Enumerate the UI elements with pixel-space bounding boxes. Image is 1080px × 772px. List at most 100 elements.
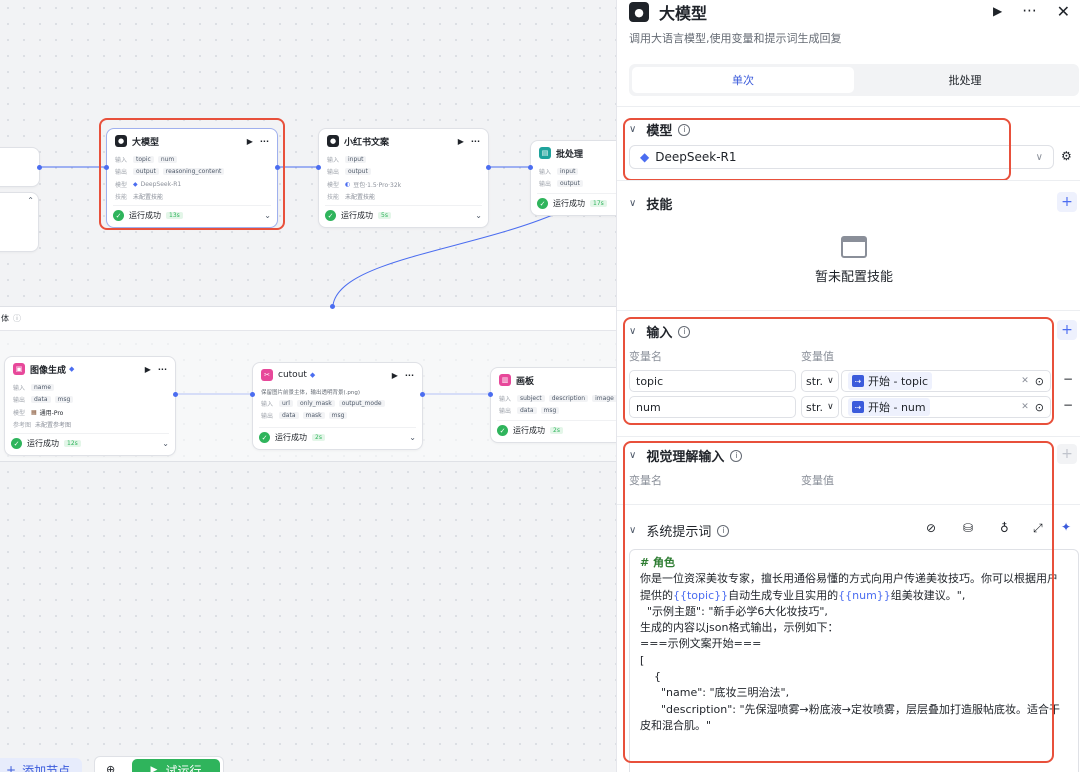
highlight-box	[623, 441, 1054, 763]
label: 输入	[539, 168, 552, 176]
node-cutout[interactable]: ✂ cutout ◆ ▶ ··· 保留图片前景主体，输出透明背景(.png) 输…	[252, 362, 423, 450]
tag: description	[548, 394, 589, 402]
batch-body-title: 体	[1, 314, 9, 323]
ai-sparkle-icon[interactable]: ✦	[1061, 520, 1071, 534]
play-icon: ▶	[150, 765, 158, 772]
divider	[617, 436, 1080, 437]
side-panel-partial[interactable]: ⌃	[0, 192, 39, 252]
divider	[617, 180, 1080, 181]
connector-port[interactable]	[37, 165, 42, 170]
node-description: 保留图片前景主体，输出透明背景(.png)	[261, 390, 361, 396]
close-icon[interactable]: ✕	[1057, 2, 1070, 21]
status-text: 运行成功	[553, 199, 585, 208]
node-xiaohongshu[interactable]: ● 小红书文案 ▶ ··· 输入 input 输出 output 模型 ◐ 豆包·1.5…	[318, 128, 489, 228]
test-run-button[interactable]: ▶ 试运行	[132, 759, 220, 772]
tag: input	[345, 155, 367, 163]
mode-tabs: 单次 批处理	[629, 64, 1079, 96]
start-node-partial[interactable]	[0, 147, 40, 187]
label: 技能	[327, 194, 340, 202]
duration-badge: 5s	[378, 212, 391, 219]
connector-port[interactable]	[486, 165, 491, 170]
info-icon: ⓘ	[13, 314, 21, 323]
add-skill-button[interactable]: +	[1057, 192, 1077, 212]
doubao-icon: ◐	[345, 180, 351, 188]
llm-icon: ●	[629, 2, 649, 22]
highlight-box	[623, 118, 1011, 181]
chevron-up-icon[interactable]: ⌃	[27, 196, 34, 205]
node-title: 画板	[516, 376, 535, 387]
cutout-icon: ✂	[261, 369, 273, 381]
node-title: 图像生成	[30, 365, 67, 376]
chevron-down-icon[interactable]: ⌄	[162, 439, 169, 448]
node-title: 批处理	[556, 149, 584, 160]
label: 模型	[13, 409, 26, 417]
run-icon[interactable]: ▶	[145, 365, 151, 374]
node-batch[interactable]: ▤ 批处理 输入 input 输出 output ✓ 运行成功 17s	[530, 140, 616, 216]
chevron-down-icon[interactable]: ∨	[629, 198, 636, 209]
add-node-button[interactable]: + 添加节点	[0, 758, 82, 772]
label: 输入	[499, 395, 512, 403]
empty-skills-icon	[841, 236, 867, 258]
model-value: 通用-Pro	[39, 409, 64, 417]
test-run-label: 试运行	[165, 763, 202, 772]
node-config-panel: ● 大模型 ▶ ··· ✕ 调用大语言模型,使用变量和提示词生成回复 单次 批处…	[616, 0, 1080, 772]
empty-skills-text: 暂未配置技能	[814, 270, 893, 285]
connector-port[interactable]	[250, 392, 255, 397]
diamond-icon: ◆	[309, 371, 316, 379]
check-icon: ✓	[497, 425, 508, 436]
chevron-down-icon[interactable]: ⌄	[475, 211, 482, 220]
tag: subject	[517, 394, 545, 402]
more-icon[interactable]: ···	[405, 371, 414, 380]
skills-section-header[interactable]: ∨ 技能	[629, 194, 672, 213]
debug-icon[interactable]: ⊕	[106, 763, 115, 772]
highlight-box	[623, 317, 1054, 425]
connector-port[interactable]	[528, 165, 533, 170]
connector-port[interactable]	[420, 392, 425, 397]
tag: data	[31, 396, 51, 404]
node-image-gen[interactable]: ▣ 图像生成 ◆ ▶ ··· 输入 name 输出 data msg 模型 ▦ 通用-Pr…	[4, 356, 176, 456]
connector-port[interactable]	[275, 165, 280, 170]
label: 输出	[261, 413, 274, 421]
duration-badge: 12s	[64, 440, 81, 447]
tag: data	[517, 407, 537, 415]
workflow-canvas[interactable]: ⌃ ● 大模型 ▶ ··· 输入 topic num 输出 output reasoni…	[0, 0, 616, 772]
more-icon[interactable]: ···	[1022, 2, 1036, 20]
label: 输出	[499, 408, 512, 416]
connector-port[interactable]	[330, 304, 335, 309]
add-input-button[interactable]: +	[1057, 320, 1077, 340]
duration-badge: 2s	[312, 434, 325, 441]
divider	[617, 106, 1080, 107]
panel-description[interactable]: 调用大语言模型,使用变量和提示词生成回复	[629, 30, 842, 46]
run-icon[interactable]: ▶	[392, 371, 398, 380]
run-icon[interactable]: ▶	[458, 137, 464, 146]
more-icon[interactable]: ···	[471, 137, 480, 146]
tab-batch[interactable]: 批处理	[854, 67, 1076, 93]
batch-icon: ▤	[539, 147, 551, 159]
tab-single[interactable]: 单次	[632, 67, 854, 93]
remove-icon[interactable]: −	[1063, 398, 1073, 412]
run-icon[interactable]: ▶	[993, 4, 1002, 18]
batch-body-header: 体 ⓘ	[0, 307, 616, 331]
connector-port[interactable]	[316, 165, 321, 170]
connector-port[interactable]	[173, 392, 178, 397]
check-icon: ✓	[11, 438, 22, 449]
status-text: 运行成功	[341, 211, 373, 220]
remove-icon[interactable]: −	[1063, 372, 1073, 386]
tag: msg	[328, 412, 348, 420]
connector-port[interactable]	[104, 165, 109, 170]
tag: only_mask	[296, 399, 335, 407]
duration-badge: 2s	[550, 427, 563, 434]
tag: mask	[302, 412, 325, 420]
panel-header: ● 大模型	[629, 0, 707, 24]
plus-icon: +	[6, 763, 17, 772]
tag: output	[557, 180, 583, 188]
connector-port[interactable]	[488, 392, 493, 397]
add-vision-input-button[interactable]: +	[1057, 444, 1077, 464]
panel-title[interactable]: 大模型	[659, 0, 707, 24]
tag: msg	[54, 396, 74, 404]
settings-icon[interactable]: ⚙	[1061, 149, 1072, 163]
chevron-down-icon[interactable]: ⌄	[409, 433, 416, 442]
node-board[interactable]: ▥ 画板 输入 subject description image 输出 data msg…	[490, 367, 616, 443]
label: 输入	[261, 400, 274, 408]
more-icon[interactable]: ···	[158, 365, 167, 374]
